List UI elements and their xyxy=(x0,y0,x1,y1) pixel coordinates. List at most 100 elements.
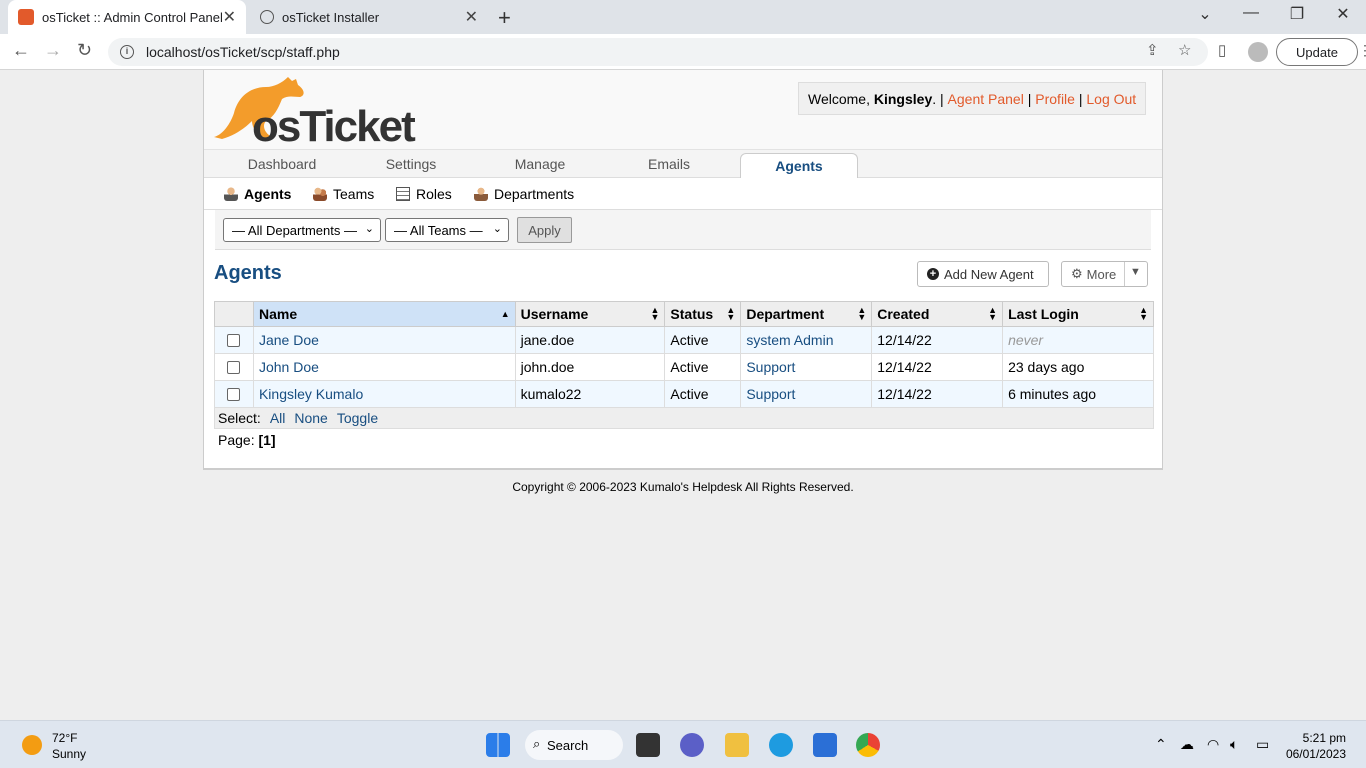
tab-settings[interactable]: Settings xyxy=(347,150,475,179)
logout-link[interactable]: Log Out xyxy=(1086,91,1136,107)
weather-widget[interactable]: 72°F Sunny xyxy=(52,730,86,762)
weather-condition: Sunny xyxy=(52,747,87,761)
select-none-link[interactable]: None xyxy=(294,410,327,426)
team-select[interactable]: — All Teams — ⌄ xyxy=(385,218,509,242)
chevron-down-icon: ⌄ xyxy=(364,223,374,235)
row-checkbox[interactable] xyxy=(227,333,240,347)
sort-icon: ▲ ▼ xyxy=(650,305,660,322)
edge-browser-icon[interactable] xyxy=(769,733,793,757)
department-select[interactable]: — All Departments — ⌄ xyxy=(223,218,381,242)
caret-down-icon[interactable]: ▼ xyxy=(1130,266,1141,278)
footer-copyright: Copyright © 2006-2023 Kumalo's Helpdesk … xyxy=(512,480,854,494)
side-panel-icon[interactable]: ▯ xyxy=(1218,41,1226,59)
osticket-logo[interactable]: osTicket xyxy=(212,75,422,151)
tab-agents[interactable]: Agents xyxy=(740,153,858,180)
add-new-agent-button[interactable]: + Add New Agent xyxy=(917,261,1049,287)
department-column-header[interactable]: Department ▲ ▼ xyxy=(740,301,873,327)
search-icon: ⌕ xyxy=(533,736,541,751)
browser-tab-installer[interactable]: osTicket Installer ✕ xyxy=(250,0,488,34)
battery-icon[interactable]: ▭ xyxy=(1256,736,1269,753)
tab-search-chevron-icon[interactable]: ⌄ xyxy=(1182,4,1228,24)
volume-icon[interactable]: 🔈︎ xyxy=(1230,736,1238,753)
username-cell: john.doe xyxy=(514,353,666,381)
chrome-icon[interactable] xyxy=(856,733,880,757)
agent-name-link[interactable]: Kingsley Kumalo xyxy=(259,386,363,402)
chat-icon[interactable] xyxy=(680,733,704,757)
select-label: Select: xyxy=(218,410,261,426)
wifi-icon[interactable]: ◠ xyxy=(1207,736,1219,753)
last-login-column-header[interactable]: Last Login ▲ ▼ xyxy=(1002,301,1154,327)
subnav-roles[interactable]: Roles xyxy=(396,178,452,210)
created-column-header[interactable]: Created ▲ ▼ xyxy=(871,301,1004,327)
more-button[interactable]: ⚙ More ▼ xyxy=(1061,261,1148,287)
agent-panel-link[interactable]: Agent Panel xyxy=(948,91,1024,107)
welcome-box: Welcome, Kingsley. | Agent Panel | Profi… xyxy=(798,82,1147,115)
forward-arrow-icon[interactable]: → xyxy=(44,40,62,61)
department-link[interactable]: Support xyxy=(746,359,795,375)
select-all-link[interactable]: All xyxy=(270,410,286,426)
browser-tab-admin[interactable]: osTicket :: Admin Control Panel ✕ xyxy=(8,0,246,34)
update-button[interactable]: Update xyxy=(1276,38,1358,66)
close-tab-icon[interactable]: ✕ xyxy=(465,7,478,27)
profile-avatar-icon[interactable] xyxy=(1248,42,1268,62)
subnav-agents[interactable]: Agents xyxy=(224,178,291,210)
kangaroo-logo-icon: osTicket xyxy=(214,77,418,151)
tray-chevron-up-icon[interactable]: ⌃ xyxy=(1155,736,1167,753)
status-column-header[interactable]: Status ▲ ▼ xyxy=(664,301,742,327)
select-toggle-link[interactable]: Toggle xyxy=(337,410,378,426)
taskbar-search[interactable]: ⌕ Search xyxy=(525,730,623,760)
windows-start-icon[interactable] xyxy=(486,733,510,757)
welcome-user-name: Kingsley xyxy=(873,90,933,107)
url-input[interactable]: i localhost/osTicket/scp/staff.php xyxy=(108,38,1208,66)
weather-temp: 72°F xyxy=(52,731,78,745)
tab-emails[interactable]: Emails xyxy=(605,150,733,179)
apply-button[interactable]: Apply xyxy=(517,217,572,243)
menu-kebab-icon[interactable]: ⋮ xyxy=(1358,42,1366,59)
subnav-teams[interactable]: Teams xyxy=(313,178,374,210)
close-tab-icon[interactable]: ✕ xyxy=(223,7,236,27)
agent-name-link[interactable]: Jane Doe xyxy=(259,332,319,348)
username-column-header[interactable]: Username ▲ ▼ xyxy=(514,301,666,327)
current-page: [1] xyxy=(258,432,276,448)
sub-nav: Agents Teams Roles Departments xyxy=(204,178,1162,210)
name-column-header[interactable]: Name ▲ xyxy=(252,301,516,327)
back-arrow-icon[interactable]: ← xyxy=(12,40,30,61)
select-row: Select: All None Toggle xyxy=(214,407,1154,429)
tab-title: osTicket :: Admin Control Panel xyxy=(42,9,223,25)
reload-icon[interactable]: ↻ xyxy=(77,40,92,61)
tab-dashboard[interactable]: Dashboard xyxy=(218,150,346,179)
site-info-icon[interactable]: i xyxy=(120,45,134,59)
new-tab-plus-icon[interactable]: + xyxy=(498,5,511,31)
profile-link[interactable]: Profile xyxy=(1035,91,1075,107)
close-window-icon[interactable]: ✕ xyxy=(1320,4,1366,24)
row-checkbox[interactable] xyxy=(227,387,240,401)
tab-title: osTicket Installer xyxy=(282,9,380,25)
sort-icon: ▲ ▼ xyxy=(1139,305,1148,322)
agent-name-link[interactable]: John Doe xyxy=(259,359,319,375)
onedrive-cloud-icon[interactable]: ☁ xyxy=(1180,736,1194,753)
sort-icon: ▲ ▼ xyxy=(857,305,867,322)
microsoft-store-icon[interactable] xyxy=(813,733,837,757)
table-header-row: Name ▲ Username ▲ ▼ Status ▲ ▼ Department ▲ ▼ C… xyxy=(214,301,1154,327)
pagination: Page: [1] xyxy=(218,432,276,448)
department-link[interactable]: system Admin xyxy=(746,332,833,348)
select-column-header xyxy=(214,301,254,327)
chevron-down-icon: ⌄ xyxy=(492,223,502,235)
task-view-icon[interactable] xyxy=(636,733,660,757)
row-checkbox[interactable] xyxy=(227,360,240,374)
sun-weather-icon[interactable] xyxy=(22,735,42,755)
file-explorer-icon[interactable] xyxy=(725,733,749,757)
taskbar-clock[interactable]: 5:21 pm 06/01/2023 xyxy=(1278,730,1346,762)
minimize-icon[interactable]: — xyxy=(1228,4,1274,22)
main-nav: Dashboard Settings Manage Emails Agents xyxy=(204,149,1162,180)
share-icon[interactable]: ⇪ xyxy=(1146,41,1159,59)
department-link[interactable]: Support xyxy=(746,386,795,402)
browser-tab-bar: osTicket :: Admin Control Panel ✕ osTick… xyxy=(0,0,1366,34)
restore-icon[interactable]: ❐ xyxy=(1274,4,1320,24)
tab-manage[interactable]: Manage xyxy=(476,150,604,179)
last-login-cell: never xyxy=(1002,326,1154,354)
bookmark-star-icon[interactable]: ☆ xyxy=(1178,41,1191,59)
subnav-label: Departments xyxy=(494,186,575,202)
osticket-favicon-icon xyxy=(18,9,34,25)
subnav-departments[interactable]: Departments xyxy=(474,178,574,210)
